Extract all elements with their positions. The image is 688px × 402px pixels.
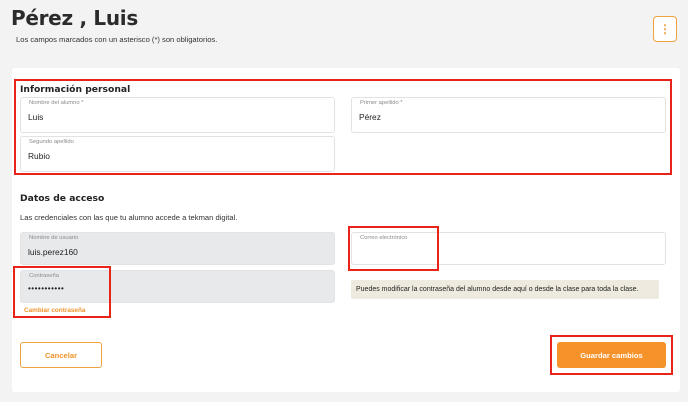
first-name-label: Nombre del alumno * — [29, 100, 84, 106]
last-name-value: Pérez — [359, 112, 381, 122]
more-vertical-icon: ⋮ — [659, 22, 671, 36]
page-title: Pérez , Luis — [11, 6, 138, 30]
password-info-note: Puedes modificar la contraseña del alumn… — [351, 280, 659, 299]
password-field: Contraseña ••••••••••• — [20, 270, 335, 303]
password-label: Contraseña — [29, 273, 59, 279]
access-data-title: Datos de acceso — [20, 193, 105, 204]
second-last-name-value: Rubio — [28, 151, 50, 161]
second-last-name-label: Segundo apellido — [29, 139, 74, 145]
cancel-button[interactable]: Cancelar — [20, 342, 102, 368]
username-value: luis.perez160 — [28, 247, 78, 257]
save-changes-button[interactable]: Guardar cambios — [557, 342, 666, 368]
last-name-label: Primer apellido * — [360, 100, 403, 106]
last-name-field[interactable]: Primer apellido * Pérez — [351, 97, 666, 133]
change-password-link[interactable]: Cambiar contraseña — [24, 307, 85, 314]
access-data-description: Las credenciales con las que tu alumno a… — [20, 213, 238, 222]
first-name-field[interactable]: Nombre del alumno * Luis — [20, 97, 335, 133]
email-field[interactable]: Correo electrónico — [351, 232, 666, 265]
first-name-value: Luis — [28, 112, 44, 122]
second-last-name-field[interactable]: Segundo apellido Rubio — [20, 136, 335, 172]
more-options-button[interactable]: ⋮ — [653, 16, 677, 42]
username-label: Nombre de usuario — [29, 235, 79, 241]
required-fields-note: Los campos marcados con un asterisco (*)… — [16, 35, 218, 44]
password-value: ••••••••••• — [28, 284, 65, 293]
email-label: Correo electrónico — [360, 235, 408, 241]
username-field: Nombre de usuario luis.perez160 — [20, 232, 335, 265]
personal-info-title: Información personal — [20, 84, 131, 95]
